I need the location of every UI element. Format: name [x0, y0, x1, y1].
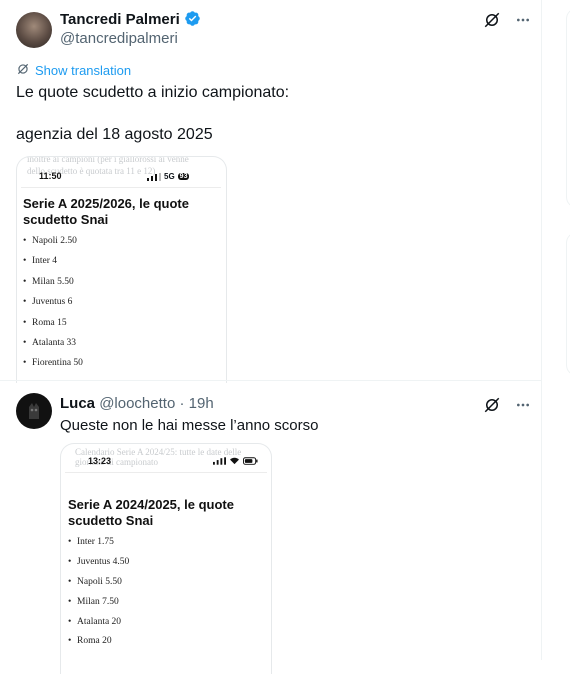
status-time: 13:23 — [88, 456, 112, 466]
author-name[interactable]: Tancredi Palmeri — [60, 11, 180, 28]
tweet-image[interactable]: inoltre ai campioni (per i giallorossi a… — [16, 156, 227, 383]
list-item: Napoli 5.50 — [68, 577, 129, 587]
article-title: Serie A 2025/2026, le quote scudetto Sna… — [23, 196, 189, 227]
tweet-actions — [483, 396, 531, 414]
show-translation-link[interactable]: Show translation — [16, 62, 131, 79]
list-item: Inter 1.75 — [68, 537, 129, 547]
list-item: Inter 4 — [23, 256, 83, 266]
author-line: Luca @loochetto · 19h — [60, 395, 214, 412]
timestamp[interactable]: · 19h — [179, 395, 213, 412]
author-handle[interactable]: @loochetto — [99, 395, 175, 412]
separator — [65, 472, 267, 473]
signal-icon — [147, 172, 161, 181]
list-item: Juventus 6 — [23, 297, 83, 307]
tweet-text: Queste non le hai messe l’anno scorso — [60, 417, 319, 434]
list-item: Juventus 4.50 — [68, 557, 129, 567]
author-name[interactable]: Luca — [60, 395, 95, 412]
list-item: Roma 20 — [68, 636, 129, 646]
tweet-actions — [483, 11, 531, 29]
avatar[interactable] — [16, 12, 52, 48]
status-time: 11:50 — [39, 171, 62, 181]
main-tweet: Tancredi Palmeri @tancredipalmeri Show t… — [0, 0, 541, 383]
sidebar-card-edge — [566, 232, 570, 376]
odds-list: Napoli 2.50 Inter 4 Milan 5.50 Juventus … — [23, 236, 83, 368]
reply-tweet: Luca @loochetto · 19h Queste non le hai … — [0, 381, 541, 674]
tweet-image[interactable]: Calendario Serie A 2024/25: tutte le dat… — [60, 443, 272, 674]
status-icons — [213, 457, 258, 465]
list-item: Atalanta 20 — [68, 617, 129, 627]
list-item: Milan 5.50 — [23, 277, 83, 287]
translate-icon — [16, 62, 30, 79]
article-title: Serie A 2024/2025, le quote scudetto Sna… — [68, 497, 234, 528]
tweet-text: Le quote scudetto a inizio campionato: a… — [16, 84, 290, 143]
column-divider — [541, 0, 542, 660]
author-line: Tancredi Palmeri — [60, 10, 201, 32]
sidebar-card-edge — [566, 8, 570, 208]
verified-badge-icon — [184, 10, 201, 32]
battery-icon — [243, 457, 258, 465]
status-icons: 5G 93 — [147, 172, 190, 181]
show-translation-label: Show translation — [35, 63, 132, 78]
more-icon[interactable] — [515, 12, 531, 28]
network-label: 5G — [164, 172, 175, 181]
list-item: Atalanta 33 — [23, 338, 83, 348]
grok-icon[interactable] — [483, 396, 501, 414]
author-handle[interactable]: @tancredipalmeri — [60, 30, 178, 47]
list-item: Fiorentina 50 — [23, 358, 83, 368]
signal-icon — [213, 457, 226, 465]
ghost-text: inoltre ai campioni (per i giallorossi a… — [27, 156, 189, 164]
avatar[interactable] — [16, 393, 52, 429]
battery-level: 93 — [177, 173, 190, 180]
grok-icon[interactable] — [483, 11, 501, 29]
more-icon[interactable] — [515, 397, 531, 413]
list-item: Milan 7.50 — [68, 597, 129, 607]
odds-list: Inter 1.75 Juventus 4.50 Napoli 5.50 Mil… — [68, 537, 129, 646]
separator — [21, 187, 221, 188]
wifi-icon — [230, 457, 239, 465]
list-item: Napoli 2.50 — [23, 236, 83, 246]
list-item: Roma 15 — [23, 318, 83, 328]
